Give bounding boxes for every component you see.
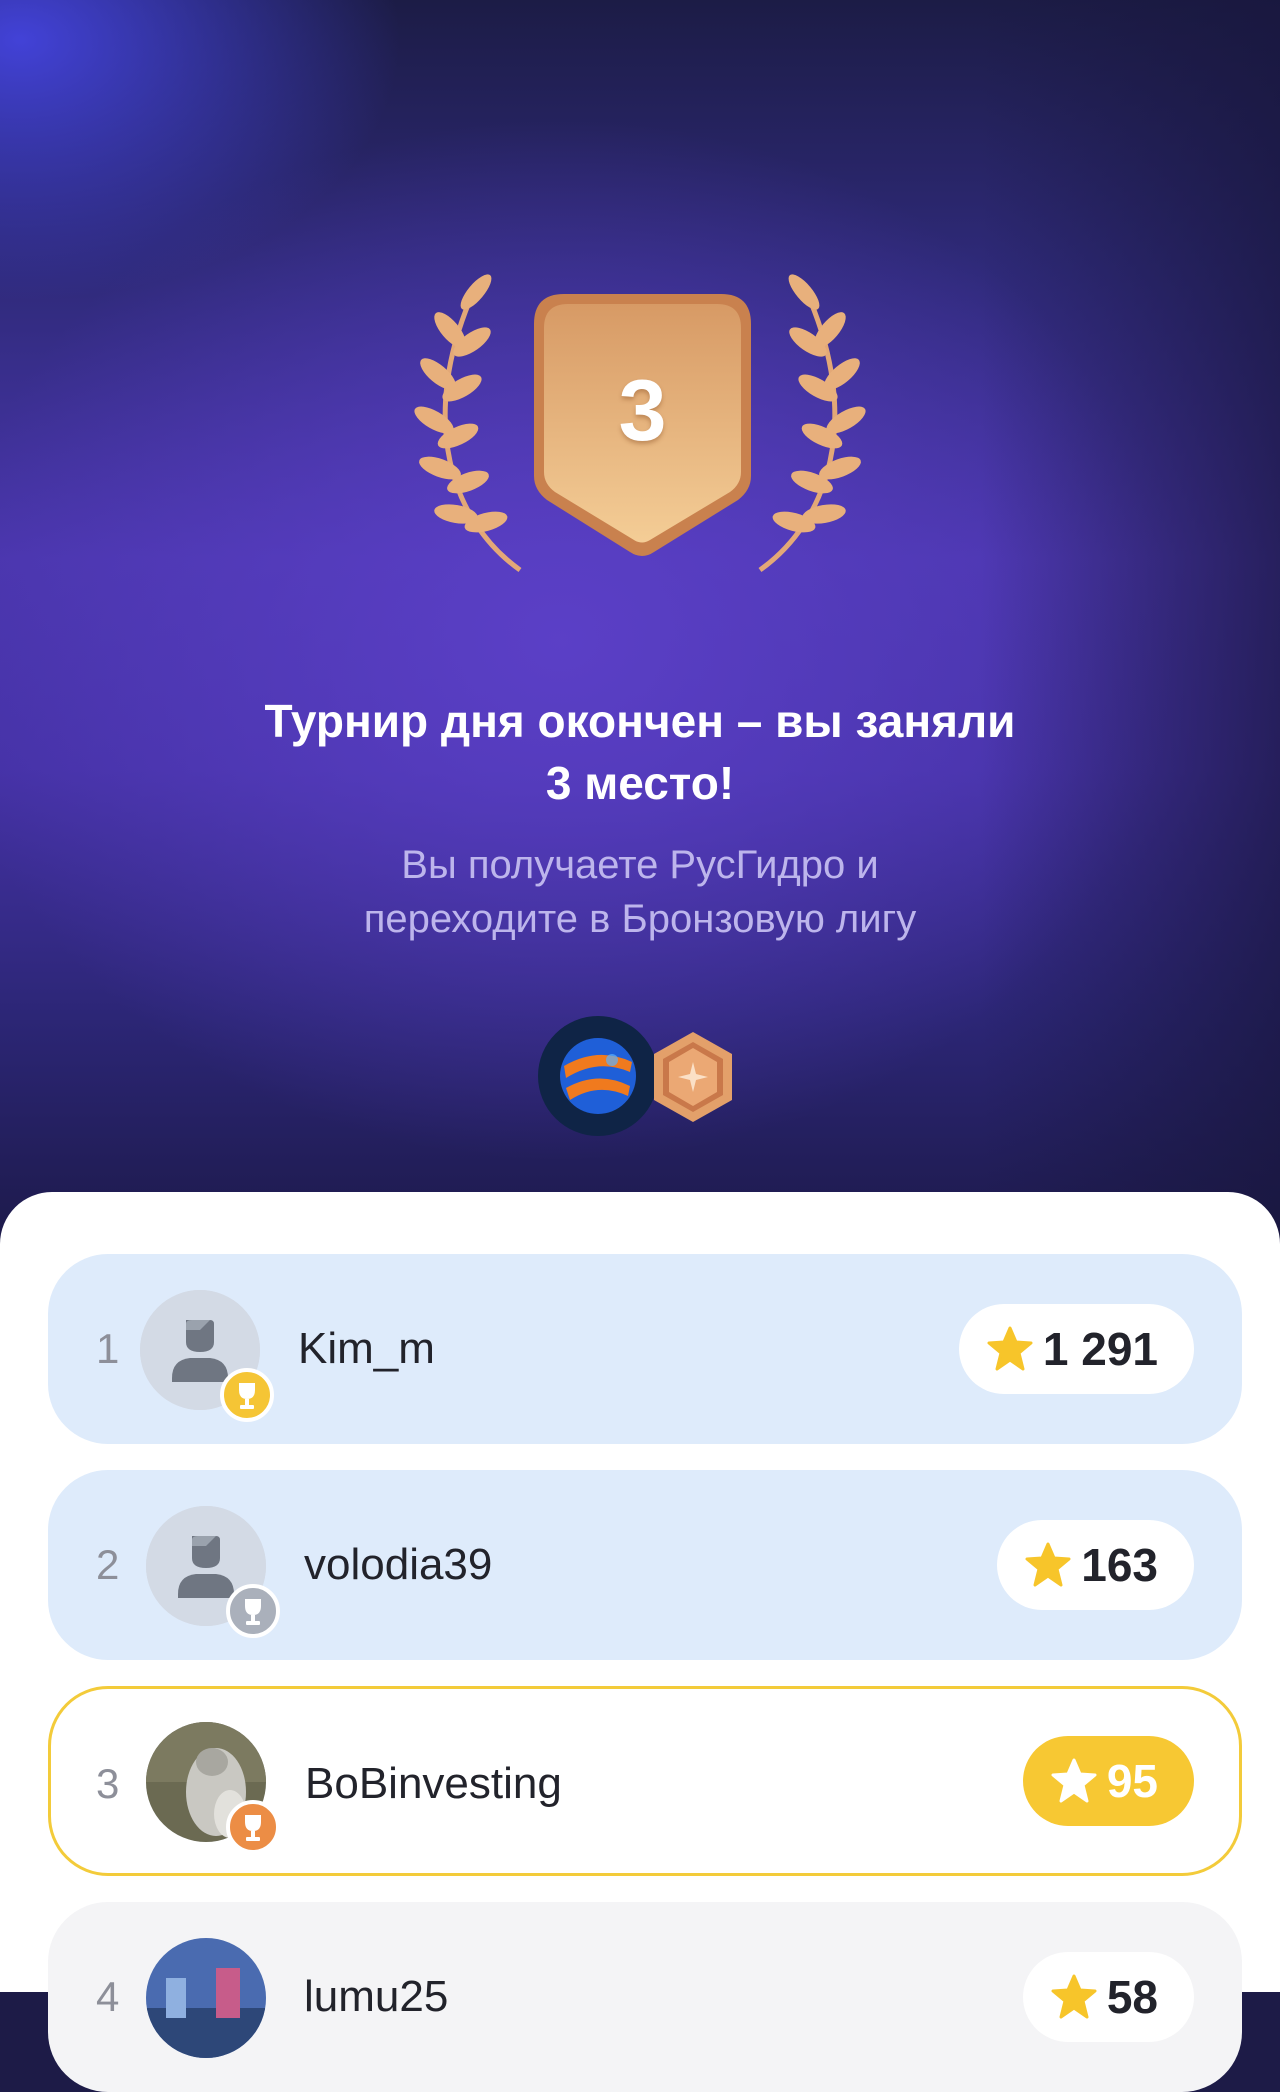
star-icon: [987, 1326, 1033, 1371]
trophy-bronze-icon: [226, 1800, 280, 1854]
username: lumu25: [304, 1972, 449, 2021]
leaderboard-row-2[interactable]: 2 volodia39 163: [48, 1470, 1242, 1660]
username: BoBinvesting: [305, 1759, 562, 1808]
score-value: 1 291: [1042, 1323, 1158, 1375]
result-subtext: Вы получаете РусГидро и переходите в Бро…: [200, 838, 1080, 946]
headline-line-1: Турнир дня окончен – вы заняли: [264, 695, 1016, 747]
subtext-line-1: Вы получаете РусГидро и: [401, 843, 879, 887]
result-headline: Турнир дня окончен – вы заняли 3 место!: [140, 690, 1140, 814]
avatar-photo: [146, 1938, 266, 2058]
username: Kim_m: [298, 1324, 435, 1373]
laurel-left-icon: [414, 274, 522, 573]
bronze-league-badge-icon: [654, 1032, 732, 1122]
rank-number: 4: [96, 1973, 120, 2020]
score-pill: 95: [1022, 1736, 1194, 1826]
headline-line-2: 3 место!: [545, 757, 735, 809]
leaderboard-row-current-user[interactable]: 3 BoBinvesting 95: [48, 1686, 1242, 1876]
leaderboard-sheet: 1 Kim_m 1 291 2 volodia39 163 3 BoBinves…: [0, 1192, 1280, 2092]
rewards-row: [538, 1016, 738, 1138]
star-icon: [1025, 1542, 1071, 1587]
laurel-right-icon: [758, 274, 866, 573]
rank-number: 3: [96, 1760, 120, 1807]
trophy-gold-icon: [220, 1368, 274, 1422]
star-icon: [1051, 1758, 1097, 1803]
user-photo-icon: [146, 1938, 266, 2058]
username: volodia39: [304, 1540, 493, 1589]
score-value: 163: [1081, 1539, 1158, 1591]
subtext-line-2: переходите в Бронзовую лигу: [363, 897, 917, 941]
rushydro-coin-icon: [538, 1016, 658, 1136]
trophy-silver-icon: [226, 1584, 280, 1638]
result-hero: 3 Турнир дня окончен – вы заняли 3 место…: [0, 0, 1280, 1240]
rank-number: 2: [96, 1541, 120, 1588]
leaderboard-row-4[interactable]: 4 lumu25 58: [48, 1902, 1242, 2092]
score-value: 95: [1106, 1755, 1158, 1807]
score-pill: 58: [1022, 1952, 1194, 2042]
star-icon: [1051, 1974, 1097, 2019]
place-emblem: 3: [410, 270, 870, 590]
rank-number: 1: [96, 1325, 120, 1372]
score-pill: 163: [997, 1520, 1194, 1610]
place-number: 3: [618, 363, 667, 459]
leaderboard-row-1[interactable]: 1 Kim_m 1 291: [48, 1254, 1242, 1444]
score-value: 58: [1106, 1971, 1158, 2023]
hero-vignette: [980, 0, 1280, 1240]
score-pill: 1 291: [958, 1304, 1194, 1394]
